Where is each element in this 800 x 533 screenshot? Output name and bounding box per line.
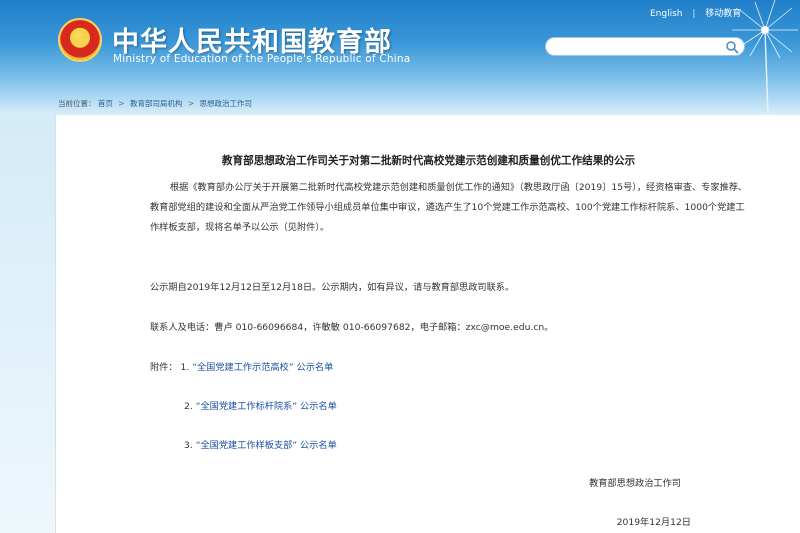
national-emblem-icon: ★	[58, 18, 102, 62]
breadcrumb-item-ideology-dept[interactable]: 思想政治工作司	[200, 99, 253, 108]
publish-date: 2019年12月12日	[616, 517, 691, 528]
article-title: 教育部思想政治工作司关于对第二批新时代高校党建示范创建和质量创优工作结果的公示	[221, 155, 636, 167]
attachment-item: 附件： 1. “全国党建工作示范高校” 公示名单	[150, 359, 333, 373]
breadcrumb: 当前位置： 首页 > 教育部司局机构 > 思想政治工作司	[58, 98, 252, 109]
attachment-item: 3. “全国党建工作样板支部” 公示名单	[184, 437, 337, 451]
english-link[interactable]: English	[650, 9, 683, 19]
attachment-number: 2.	[184, 401, 193, 412]
nav-separator: |	[692, 9, 696, 19]
attachment-number: 3.	[184, 440, 193, 451]
attachments-label: 附件：	[150, 362, 178, 373]
attachment-link-benchmark-departments[interactable]: “全国党建工作标杆院系”	[196, 401, 297, 412]
attachment-item: 2. “全国党建工作标杆院系” 公示名单	[184, 398, 337, 412]
breadcrumb-item-home[interactable]: 首页	[98, 99, 113, 108]
search-input[interactable]	[554, 39, 718, 56]
attachment-link-demo-universities[interactable]: “全国党建工作示范高校”	[192, 362, 293, 373]
site-subtitle: Ministry of Education of the People's Re…	[113, 53, 411, 65]
search-box	[545, 37, 745, 56]
breadcrumb-label: 当前位置：	[58, 99, 96, 108]
contact-info: 联系人及电话：曹卢 010-66096684，许敏敏 010-66097682，…	[150, 322, 554, 333]
attachment-link-model-branches[interactable]: “全国党建工作样板支部”	[196, 440, 297, 451]
article-paragraph: 根据《教育部办公厅关于开展第二批新时代高校党建示范创建和质量创优工作的通知》（教…	[150, 182, 748, 233]
dandelion-decoration	[732, 0, 798, 115]
attachment-link-suffix[interactable]: 公示名单	[300, 440, 337, 451]
signer: 教育部思想政治工作司	[589, 478, 681, 489]
breadcrumb-item-departments[interactable]: 教育部司局机构	[130, 99, 183, 108]
breadcrumb-separator: >	[187, 99, 195, 108]
breadcrumb-separator: >	[118, 99, 125, 108]
attachment-link-suffix[interactable]: 公示名单	[300, 401, 337, 412]
article-content: 教育部思想政治工作司关于对第二批新时代高校党建示范创建和质量创优工作结果的公示 …	[55, 115, 800, 533]
star-icon: ★	[71, 26, 86, 45]
attachment-number: 1.	[180, 362, 190, 373]
attachment-link-suffix[interactable]: 公示名单	[297, 362, 334, 373]
left-decoration	[0, 115, 55, 533]
notice-period: 公示期自2019年12月12日至12月18日。公示期内，如有异议，请与教育部思政…	[150, 282, 515, 293]
